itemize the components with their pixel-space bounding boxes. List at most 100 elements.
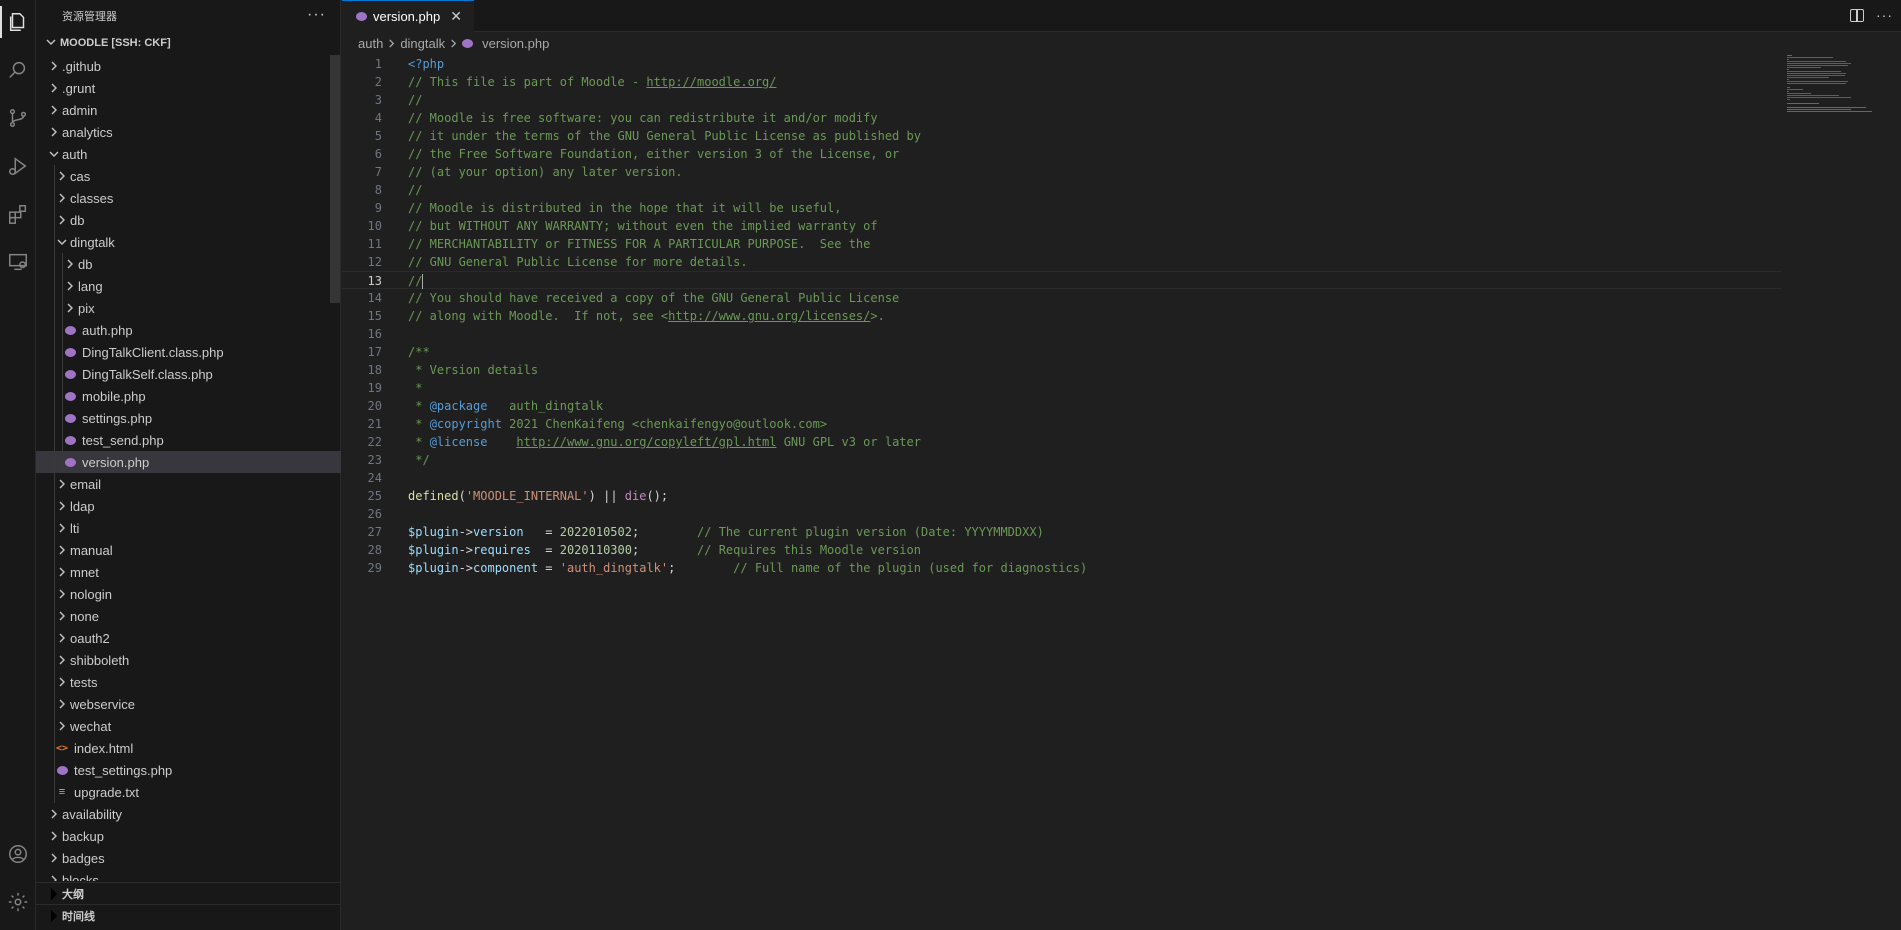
tree-folder[interactable]: auth (36, 143, 341, 165)
tree-folder[interactable]: manual (36, 539, 341, 561)
tab-version-php[interactable]: version.php ✕ (342, 0, 474, 32)
tree-folder[interactable]: classes (36, 187, 341, 209)
explorer-icon[interactable] (0, 2, 36, 42)
tree-item-label: cas (70, 168, 91, 184)
minimap-line (1787, 63, 1851, 64)
source-control-icon[interactable] (0, 98, 36, 138)
tree-folder[interactable]: analytics (36, 121, 341, 143)
line-number: 6 (374, 147, 382, 161)
settings-gear-icon[interactable] (0, 882, 36, 922)
tree-folder[interactable]: db (36, 209, 341, 231)
remote-explorer-icon[interactable] (0, 242, 36, 282)
code-line: 16 (342, 325, 1782, 343)
tree-folder[interactable]: none (36, 605, 341, 627)
split-editor-icon[interactable] (1850, 8, 1864, 22)
line-number: 4 (374, 111, 382, 125)
tree-folder[interactable]: mnet (36, 561, 341, 583)
code-link[interactable]: http://www.gnu.org/licenses/ (668, 309, 870, 323)
tree-folder[interactable]: backup (36, 825, 341, 847)
tree-folder[interactable]: db (36, 253, 341, 275)
search-icon[interactable] (0, 50, 36, 90)
tree-folder[interactable]: .grunt (36, 77, 341, 99)
code-text: * @package auth_dingtalk (408, 397, 603, 415)
breadcrumb-item[interactable]: version.php (482, 36, 549, 51)
code-text: // Moodle is distributed in the hope tha… (408, 199, 841, 217)
indent-guide (54, 583, 55, 605)
code-token: $plugin (408, 543, 459, 557)
indent-guide (54, 715, 55, 737)
tree-file[interactable]: mobile.php (36, 385, 341, 407)
tree-item-label: mnet (70, 564, 99, 580)
php-file-icon (62, 410, 78, 426)
tree-file[interactable]: DingTalkSelf.class.php (36, 363, 341, 385)
tree-file[interactable]: test_send.php (36, 429, 341, 451)
tree-file[interactable]: ≡ upgrade.txt (36, 781, 341, 803)
line-number: 5 (374, 129, 382, 143)
line-number: 12 (367, 255, 382, 269)
tree-file[interactable]: version.php (36, 451, 341, 473)
line-number: 28 (367, 543, 382, 557)
tree-folder[interactable]: email (36, 473, 341, 495)
tree-folder[interactable]: cas (36, 165, 341, 187)
minimap-line (1787, 83, 1847, 84)
code-token: @package (429, 399, 488, 413)
code-link[interactable]: http://moodle.org/ (646, 75, 776, 89)
workspace-header[interactable]: MOODLE [SSH: CKF] (36, 32, 340, 54)
tree-folder[interactable]: pix (36, 297, 341, 319)
tree-folder[interactable]: ldap (36, 495, 341, 517)
tree-item-label: auth (62, 146, 88, 162)
code-text: * @copyright 2021 ChenKaifeng <chenkaife… (408, 415, 827, 433)
workspace-name: MOODLE [SSH: CKF] (60, 37, 171, 49)
sidebar-scrollbar[interactable] (330, 55, 340, 303)
extensions-icon[interactable] (0, 194, 36, 234)
tree-item-label: test_send.php (82, 432, 164, 448)
minimap[interactable] (1787, 55, 1887, 115)
account-icon[interactable] (0, 834, 36, 874)
breadcrumb: auth dingtalk version.php (342, 32, 1901, 54)
code-token: // This file is part of Moodle - (408, 75, 647, 89)
indent-guide (54, 297, 55, 319)
tree-folder[interactable]: shibboleth (36, 649, 341, 671)
tree-folder[interactable]: lang (36, 275, 341, 297)
tree-item-label: db (70, 212, 85, 228)
tree-item-label: pix (78, 300, 95, 316)
tree-file[interactable]: auth.php (36, 319, 341, 341)
more-actions-icon[interactable]: ··· (1876, 7, 1893, 23)
tree-file[interactable]: settings.php (36, 407, 341, 429)
tree-folder[interactable]: wechat (36, 715, 341, 737)
code-line: 12 // GNU General Public License for more… (342, 253, 1782, 271)
code-editor[interactable]: 1 <?php 2 // This file is part of Moodle - … (342, 55, 1782, 755)
code-token: // Requires this Moodle version (697, 543, 921, 557)
code-text: $plugin->component = 'auth_dingtalk'; //… (408, 559, 1087, 577)
tree-file[interactable]: DingTalkClient.class.php (36, 341, 341, 363)
code-link[interactable]: http://www.gnu.org/copyleft/gpl.html (516, 435, 776, 449)
tree-folder[interactable]: badges (36, 847, 341, 869)
minimap-line (1787, 73, 1846, 74)
tree-folder[interactable]: webservice (36, 693, 341, 715)
tree-file[interactable]: <> index.html (36, 737, 341, 759)
timeline-section-header[interactable]: 时间线 (36, 904, 341, 926)
code-line: 23 */ (342, 451, 1782, 469)
run-debug-icon[interactable] (0, 146, 36, 186)
code-token: 'auth_dingtalk' (559, 561, 669, 575)
tree-folder[interactable]: availability (36, 803, 341, 825)
tree-file[interactable]: test_settings.php (36, 759, 341, 781)
outline-section-header[interactable]: 大纲 (36, 882, 341, 904)
breadcrumb-item[interactable]: auth (358, 36, 383, 51)
tree-folder[interactable]: nologin (36, 583, 341, 605)
tree-folder[interactable]: dingtalk (36, 231, 341, 253)
tree-folder[interactable]: blocks (36, 869, 341, 881)
tree-folder[interactable]: oauth2 (36, 627, 341, 649)
close-icon[interactable]: ✕ (450, 8, 462, 25)
code-token: * (408, 381, 423, 395)
tree-item-label: manual (70, 542, 113, 558)
breadcrumb-item[interactable]: dingtalk (400, 36, 445, 51)
chevron-right-icon (54, 696, 70, 712)
tree-folder[interactable]: lti (36, 517, 341, 539)
indent-guide (54, 187, 55, 209)
more-actions-icon[interactable]: ··· (307, 6, 326, 24)
tree-folder[interactable]: .github (36, 55, 341, 77)
tree-folder[interactable]: tests (36, 671, 341, 693)
tree-folder[interactable]: admin (36, 99, 341, 121)
minimap-line (1787, 65, 1849, 66)
